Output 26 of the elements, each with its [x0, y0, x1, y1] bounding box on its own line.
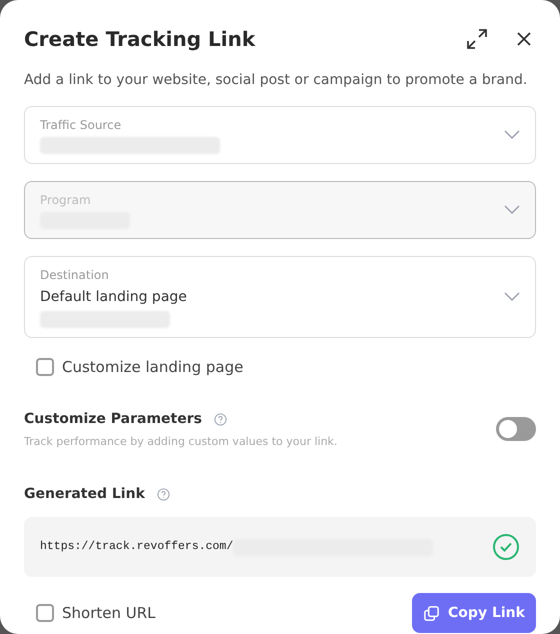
dialog-subtitle: Add a link to your website, social post or campaign to promote a brand.: [24, 71, 528, 90]
help-icon: [156, 488, 170, 501]
copy-link-button[interactable]: Copy Link: [412, 593, 536, 633]
close-icon[interactable]: [516, 31, 532, 47]
select-field[interactable]: Traffic Source: [24, 106, 536, 164]
field-label: Program: [40, 192, 92, 209]
toggle-switch[interactable]: [496, 417, 536, 442]
field-value: Default landing page: [40, 288, 187, 307]
chevron-down-icon: [504, 205, 520, 215]
section-description: Track performance by adding custom values to your link.: [24, 434, 338, 450]
chevron-down-icon: [504, 130, 520, 140]
link-url: https://track.revoffers.com/: [40, 539, 234, 556]
checkbox[interactable]: [36, 604, 54, 622]
copy-icon: [423, 604, 440, 622]
checkbox-label: Shorten URL: [62, 602, 156, 624]
field-label: Destination: [40, 267, 110, 284]
select-field[interactable]: Destination Default landing page: [24, 256, 536, 338]
section-title: Customize Parameters: [24, 410, 202, 428]
expand-icon[interactable]: [466, 28, 488, 50]
checkbox-label: Customize landing page: [62, 357, 244, 378]
section-title: Generated Link: [24, 485, 145, 504]
chevron-down-icon: [504, 292, 520, 302]
checkbox[interactable]: [36, 358, 54, 376]
dialog-title: Create Tracking Link: [24, 26, 256, 53]
help-icon: [214, 412, 227, 426]
field-label: Traffic Source: [40, 117, 122, 134]
